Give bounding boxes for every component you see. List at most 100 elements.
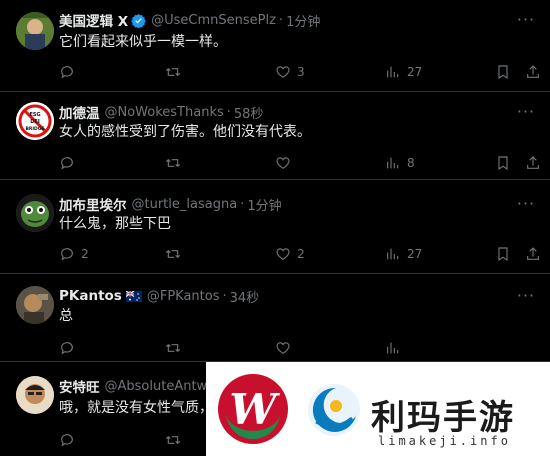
display-name[interactable]: 加布里埃尔 xyxy=(59,194,127,214)
heart-icon xyxy=(276,248,290,261)
like-button[interactable]: 2 xyxy=(275,244,305,264)
views-icon xyxy=(387,157,399,169)
watermark-w-logo-icon: W xyxy=(218,374,288,444)
share-icon xyxy=(527,156,539,169)
handle[interactable]: @turtle_lasagna xyxy=(132,197,238,212)
bookmark-icon xyxy=(498,156,508,171)
action-bar xyxy=(59,338,530,358)
avatar[interactable] xyxy=(16,286,54,324)
share-icon xyxy=(527,65,539,78)
tweet-header: 美国逻辑 X @UseCmnSensePlz · 1分钟 xyxy=(59,10,320,31)
action-bar: 8 xyxy=(59,153,539,173)
reply-icon xyxy=(61,157,73,170)
display-name[interactable]: 安特旺 xyxy=(59,376,100,396)
reply-button[interactable] xyxy=(59,430,75,450)
retweet-button[interactable] xyxy=(165,430,181,450)
handle[interactable]: @NoWokesThanks xyxy=(105,105,224,120)
heart-icon xyxy=(276,342,290,355)
more-options-icon[interactable]: ··· xyxy=(516,196,536,218)
handle[interactable]: @AbsoluteAntw xyxy=(105,379,208,394)
more-options-icon[interactable]: ··· xyxy=(516,288,536,310)
heart-icon xyxy=(276,157,290,170)
views-button[interactable]: 27 xyxy=(385,62,422,82)
reply-button[interactable] xyxy=(59,153,81,173)
action-bar: 3 27 xyxy=(59,62,539,82)
svg-text:W: W xyxy=(229,385,280,434)
bookmark-button[interactable] xyxy=(495,244,511,264)
share-button[interactable] xyxy=(525,62,541,82)
views-button[interactable]: 8 xyxy=(385,153,415,173)
tweet-text: 总 xyxy=(59,308,73,324)
more-options-icon[interactable]: ··· xyxy=(516,12,536,34)
retweet-icon xyxy=(165,158,181,168)
like-button[interactable]: 3 xyxy=(275,62,305,82)
share-button[interactable] xyxy=(525,244,541,264)
separator-dot: · xyxy=(278,12,284,28)
reply-icon xyxy=(61,66,73,79)
retweet-icon xyxy=(165,343,181,353)
separator-dot: · xyxy=(226,104,231,120)
bookmark-button[interactable] xyxy=(495,153,511,173)
retweet-button[interactable] xyxy=(165,244,187,264)
avatar[interactable] xyxy=(16,12,54,50)
tweet-header: 加德温 @NoWokesThanks · 58秒 xyxy=(59,102,264,123)
svg-text:DEI: DEI xyxy=(30,119,40,125)
like-count: 3 xyxy=(297,65,305,79)
avatar[interactable]: ESG DEI BRIDGE xyxy=(16,102,54,140)
like-button[interactable] xyxy=(275,338,297,358)
reply-button[interactable] xyxy=(59,62,81,82)
australia-flag-icon xyxy=(125,290,142,302)
verified-badge-icon xyxy=(131,13,146,28)
tweet-header: 加布里埃尔 @turtle_lasagna · 1分钟 xyxy=(59,194,282,215)
timestamp[interactable]: 1分钟 xyxy=(247,195,281,214)
avatar[interactable] xyxy=(16,194,54,232)
more-options-icon[interactable]: ··· xyxy=(516,104,536,126)
svg-text:BRIDGE: BRIDGE xyxy=(25,126,44,132)
views-button[interactable]: 27 xyxy=(385,244,422,264)
timestamp[interactable]: 34秒 xyxy=(230,287,260,306)
retweet-button[interactable] xyxy=(165,62,187,82)
view-count: 27 xyxy=(407,65,423,79)
bookmark-button[interactable] xyxy=(495,62,511,82)
retweet-icon xyxy=(165,67,181,77)
handle[interactable]: @FPKantos xyxy=(147,289,220,304)
views-icon xyxy=(387,248,399,260)
bookmark-icon xyxy=(498,247,508,262)
heart-icon xyxy=(276,66,290,79)
reply-icon xyxy=(61,248,73,261)
tweet-2[interactable]: ESG DEI BRIDGE 加德温 @NoWokesThanks · 58秒 … xyxy=(0,92,550,180)
reply-button[interactable] xyxy=(59,338,81,358)
view-count: 27 xyxy=(407,247,423,261)
watermark-moon-logo-icon xyxy=(308,384,360,436)
tweet-text: 它们看起来似乎一模一样。 xyxy=(59,34,227,50)
watermark-banner: W 利玛手游 limakeji.info xyxy=(206,362,550,456)
retweet-button[interactable] xyxy=(165,153,187,173)
like-button[interactable] xyxy=(275,153,297,173)
views-icon xyxy=(387,342,399,354)
tweet-3[interactable]: 加布里埃尔 @turtle_lasagna · 1分钟 ··· 什么鬼，那些下巴… xyxy=(0,180,550,274)
tweet-text: 哦，就是没有女性气质， xyxy=(59,400,213,416)
tweet-text: 什么鬼，那些下巴 xyxy=(59,216,171,232)
share-button[interactable] xyxy=(525,153,541,173)
action-bar: 2 2 27 xyxy=(59,244,539,264)
watermark-title: 利玛手游 xyxy=(371,398,515,438)
like-count: 2 xyxy=(297,247,305,261)
views-icon xyxy=(387,66,399,78)
avatar[interactable] xyxy=(16,376,54,414)
svg-text:ESG: ESG xyxy=(29,112,40,118)
display-name[interactable]: PKantos xyxy=(59,288,122,304)
timestamp[interactable]: 58秒 xyxy=(234,103,264,122)
handle[interactable]: @UseCmnSensePlz xyxy=(151,13,276,28)
bookmark-icon xyxy=(498,65,508,80)
reply-button[interactable]: 2 xyxy=(59,244,89,264)
separator-dot: · xyxy=(240,196,245,212)
display-name[interactable]: 美国逻辑 X xyxy=(59,10,128,30)
timestamp[interactable]: 1分钟 xyxy=(286,11,320,30)
retweet-button[interactable] xyxy=(165,338,187,358)
share-icon xyxy=(527,247,539,260)
tweet-4[interactable]: PKantos @FPKantos · 34秒 ··· 总 xyxy=(0,274,550,362)
watermark-subtitle: limakeji.info xyxy=(378,434,511,448)
views-button[interactable] xyxy=(385,338,407,358)
display-name[interactable]: 加德温 xyxy=(59,102,100,122)
tweet-1[interactable]: 美国逻辑 X @UseCmnSensePlz · 1分钟 ··· 它们看起来似乎… xyxy=(0,0,550,92)
